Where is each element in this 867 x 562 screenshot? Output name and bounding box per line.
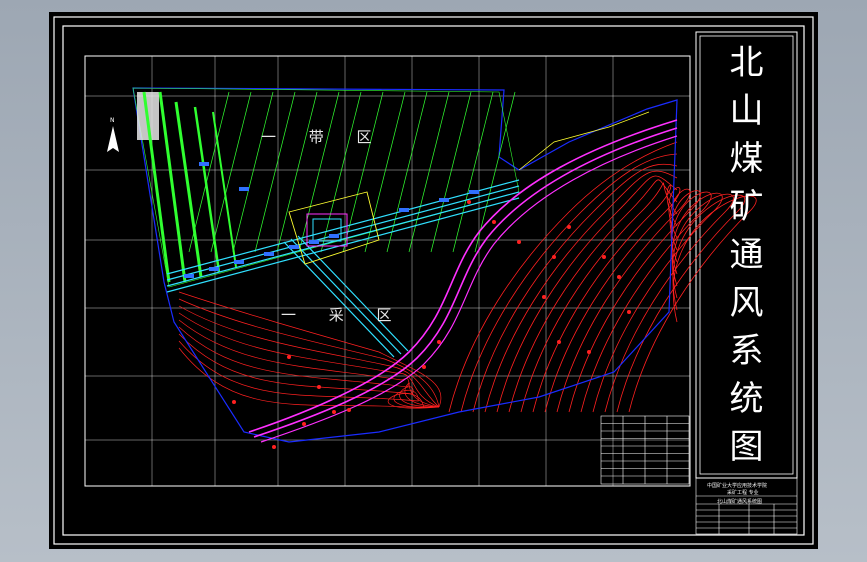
contour-line [496, 175, 678, 413]
panel-line [452, 91, 494, 253]
zone-label-lower: 一 采 区 [281, 306, 406, 324]
equipment-marker [399, 208, 409, 212]
north-arrow: N [107, 117, 119, 152]
drawing-title: 北 山 煤 矿 通 风 系 统 图 [700, 36, 793, 474]
equipment-marker [439, 198, 449, 202]
zone-label-upper: 一 带 区 [261, 128, 386, 146]
survey-point-dot [557, 340, 561, 344]
survey-point-dot [552, 255, 556, 259]
title-char: 风 [729, 283, 764, 323]
legend-table [600, 415, 690, 485]
coordinate-grid [85, 56, 690, 486]
panel-line [298, 91, 340, 253]
title-block-drawing-name: 北山煤矿通风系统图 [717, 499, 763, 505]
shaft-yard [288, 191, 380, 265]
survey-point-dot [317, 385, 321, 389]
cad-viewport: N 北 山 煤 矿 通 风 系 统 图 一 带 区 一 采 区 中国矿业大学应用… [0, 0, 867, 562]
survey-point-dot [332, 410, 336, 414]
survey-point-dot [627, 310, 631, 314]
title-char: 通 [729, 235, 764, 275]
equipment-marker [309, 240, 319, 244]
panel-line [232, 91, 274, 253]
survey-point-dot [302, 422, 306, 426]
survey-point-dot [587, 350, 591, 354]
terrain-contours [178, 141, 757, 413]
map-frame [84, 55, 691, 487]
survey-point-dot [272, 445, 276, 449]
equipment-marker [264, 252, 274, 256]
title-block-major: 采矿工程 专业 [727, 490, 759, 496]
svg-text:N: N [110, 117, 115, 124]
contour-line [568, 190, 701, 413]
equipment-marker [469, 190, 479, 194]
equipment-marker [289, 245, 299, 249]
title-char: 图 [729, 427, 764, 467]
contour-line [178, 333, 440, 408]
survey-point-dot [467, 200, 471, 204]
survey-point-dot [617, 275, 621, 279]
equipment-marker [199, 162, 209, 166]
survey-point-dot [492, 220, 496, 224]
contour-line [178, 347, 440, 409]
survey-point-dot [287, 355, 291, 359]
title-block-school: 中国矿业大学应用技术学院 [707, 483, 768, 489]
equipment-marker [239, 187, 249, 191]
contour-line [472, 163, 678, 413]
contour-line [448, 141, 678, 413]
survey-point-dot [602, 255, 606, 259]
contour-line [178, 326, 440, 408]
survey-point-dot [232, 400, 236, 404]
title-char: 煤 [729, 139, 764, 179]
survey-point-dot [422, 365, 426, 369]
title-char: 统 [729, 379, 764, 419]
panel-line [276, 91, 318, 253]
panel-line [254, 91, 296, 253]
equipment-marker [184, 274, 194, 278]
survey-point-dot [517, 240, 521, 244]
panel-line [430, 91, 472, 253]
panel-line [408, 91, 450, 253]
survey-point-dot [542, 295, 546, 299]
inner-frame [62, 25, 805, 536]
main-airways [166, 179, 520, 358]
boundary-notch [518, 111, 650, 171]
equipment-marker [209, 267, 219, 271]
equipment-marker [329, 234, 339, 238]
drawing-sheet: N 北 山 煤 矿 通 风 系 统 图 一 带 区 一 采 区 中国矿业大学应用… [49, 12, 818, 549]
contour-line [580, 191, 712, 413]
survey-point-dot [567, 225, 571, 229]
contour-line [544, 187, 681, 413]
title-char: 山 [729, 91, 764, 131]
survey-point-dot [437, 340, 441, 344]
title-char: 矿 [729, 187, 764, 227]
title-char: 系 [729, 331, 764, 371]
contour-line [508, 179, 678, 413]
title-char: 北 [729, 43, 764, 83]
survey-point-dot [347, 408, 351, 412]
equipment-marker [234, 260, 244, 264]
